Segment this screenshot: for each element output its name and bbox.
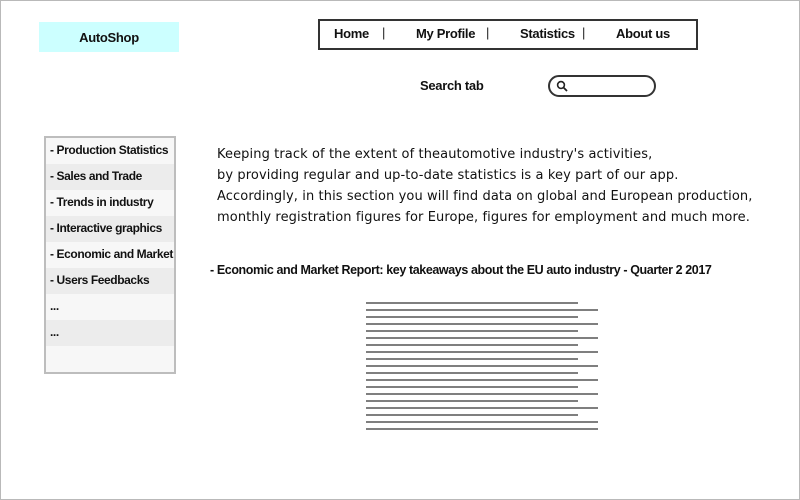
intro-line: Accordingly, in this section you will fi… — [217, 189, 753, 204]
nav-separator: | — [486, 25, 490, 40]
nav-about-us[interactable]: About us — [616, 26, 670, 41]
sidebar-item-trends-in-industry[interactable]: - Trends in industry — [46, 190, 174, 216]
search-input[interactable] — [548, 75, 656, 97]
nav-statistics[interactable]: Statistics — [520, 26, 575, 41]
placeholder-lines — [366, 302, 598, 430]
report-title-link[interactable]: - Economic and Market Report: key takeaw… — [210, 263, 712, 277]
search-label: Search tab — [420, 78, 484, 93]
sidebar-item-economic-market-report[interactable]: - Economic and Market r — [46, 242, 174, 268]
sidebar-item-interactive-graphics[interactable]: - Interactive graphics — [46, 216, 174, 242]
nav-separator: | — [582, 25, 586, 40]
sidebar-item-more[interactable]: ... — [46, 320, 174, 346]
nav-home[interactable]: Home — [334, 26, 369, 41]
sidebar-item-sales-and-trade[interactable]: - Sales and Trade — [46, 164, 174, 190]
sidebar-menu: - Production Statistics - Sales and Trad… — [44, 136, 176, 374]
top-navigation: Home | My Profile | Statistics | About u… — [318, 19, 698, 50]
intro-paragraph: Keeping track of the extent of theautomo… — [217, 144, 787, 228]
nav-separator: | — [382, 25, 386, 40]
app-logo[interactable]: AutoShop — [39, 22, 179, 52]
sidebar-item-production-statistics[interactable]: - Production Statistics — [46, 138, 174, 164]
search-icon — [556, 80, 568, 92]
sidebar-item-users-feedbacks[interactable]: - Users Feedbacks — [46, 268, 174, 294]
intro-line: Keeping track of the extent of theautomo… — [217, 147, 653, 162]
sidebar-item-more[interactable]: ... — [46, 294, 174, 320]
intro-line: monthly registration figures for Europe,… — [217, 210, 750, 225]
report-text-placeholder — [366, 302, 598, 430]
nav-my-profile[interactable]: My Profile — [416, 26, 475, 41]
intro-line: by providing regular and up-to-date stat… — [217, 168, 679, 183]
sidebar-item-empty — [46, 346, 174, 372]
